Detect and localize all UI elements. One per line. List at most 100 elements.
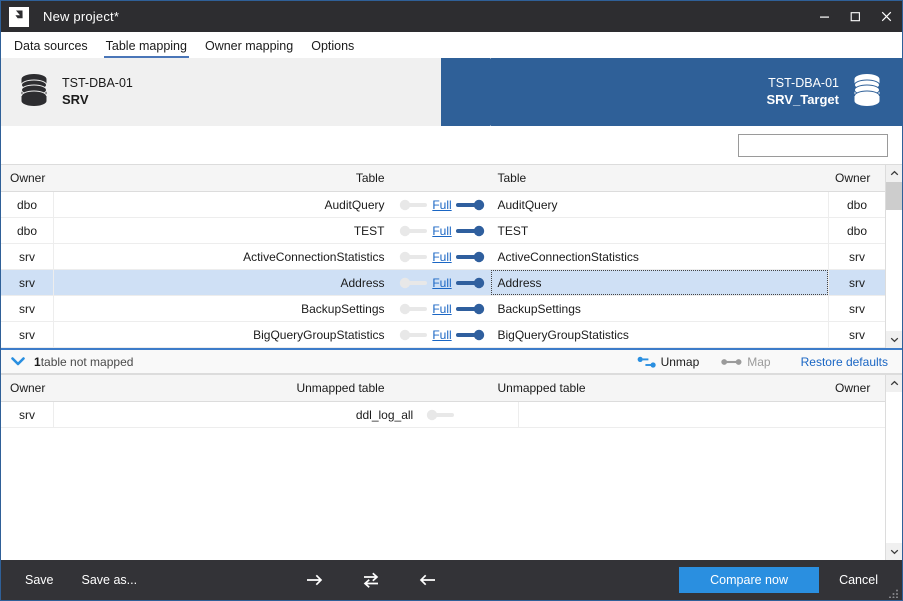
database-icon xyxy=(852,73,882,112)
column-header-owner-right[interactable]: Owner xyxy=(828,375,885,401)
save-button[interactable]: Save xyxy=(11,566,68,594)
resize-grip-icon[interactable] xyxy=(889,587,899,599)
expander-toggle[interactable] xyxy=(11,356,25,367)
unmapped-grid-scrollbar[interactable] xyxy=(885,375,902,560)
window-controls xyxy=(809,1,902,32)
scroll-down-button[interactable] xyxy=(885,331,902,348)
map-left-button[interactable] xyxy=(413,567,441,593)
table-row[interactable]: srv Address Full Address srv xyxy=(1,270,885,296)
cell-owner-left: srv xyxy=(1,296,54,321)
map-button[interactable]: Map xyxy=(721,354,771,369)
cell-table-left[interactable]: TEST xyxy=(54,218,394,243)
cell-mapping[interactable]: Full xyxy=(394,296,491,321)
table-row[interactable]: srv BigQueryGroupStatistics Full BigQueryGr… xyxy=(1,322,885,348)
cell-owner-left: dbo xyxy=(1,218,54,243)
mapping-type-link[interactable]: Full xyxy=(432,328,451,342)
restore-defaults-link[interactable]: Restore defaults xyxy=(801,355,888,369)
tab-data-sources[interactable]: Data sources xyxy=(5,37,97,58)
swap-direction-button[interactable] xyxy=(357,567,385,593)
mapping-type-link[interactable]: Full xyxy=(432,224,451,238)
mapping-type-link[interactable]: Full xyxy=(432,276,451,290)
search-box[interactable] xyxy=(738,133,902,157)
cell-mapping[interactable]: Full xyxy=(394,270,491,295)
chevron-down-icon xyxy=(890,549,898,555)
table-row[interactable]: srv BackupSettings Full BackupSettings srv xyxy=(1,296,885,322)
cell-owner-right: srv xyxy=(828,296,885,321)
cell-table-right[interactable]: AuditQuery xyxy=(491,192,829,217)
scroll-track[interactable] xyxy=(885,182,902,331)
source-connection[interactable]: TST-DBA-01 SRV xyxy=(19,58,133,126)
table-row[interactable]: dbo AuditQuery Full AuditQuery dbo xyxy=(1,192,885,218)
column-header-unmapped-table-left[interactable]: Unmapped table xyxy=(54,375,394,401)
mapped-grid-scrollbar[interactable] xyxy=(885,165,902,348)
cell-mapping[interactable]: Full xyxy=(394,322,491,347)
column-header-owner-left[interactable]: Owner xyxy=(1,165,54,191)
save-as-button[interactable]: Save as... xyxy=(68,566,152,594)
column-header-owner-left[interactable]: Owner xyxy=(1,375,54,401)
cell-table-right[interactable]: TEST xyxy=(491,218,829,243)
unmapped-pin-icon xyxy=(400,251,428,262)
scroll-thumb[interactable] xyxy=(885,182,902,210)
scroll-down-button[interactable] xyxy=(885,543,902,560)
cell-table-left[interactable]: BackupSettings xyxy=(54,296,394,321)
target-database: SRV_Target xyxy=(766,91,840,107)
unmap-button[interactable]: Unmap xyxy=(637,355,699,369)
cell-mapping[interactable]: Full xyxy=(394,244,491,269)
table-row[interactable]: srv ddl_log_all xyxy=(1,402,885,428)
scroll-up-button[interactable] xyxy=(885,375,902,392)
scroll-up-button[interactable] xyxy=(885,165,902,182)
cell-owner-right: dbo xyxy=(828,218,885,243)
tab-label: Data sources xyxy=(14,39,88,53)
cell-table-right[interactable]: BackupSettings xyxy=(491,296,829,321)
column-header-table-left[interactable]: Table xyxy=(54,165,394,191)
mapped-tables-grid: Owner Table Table Owner dbo AuditQuery Ful… xyxy=(1,164,902,348)
tab-options[interactable]: Options xyxy=(302,37,363,58)
cell-table-left[interactable]: ActiveConnectionStatistics xyxy=(54,244,394,269)
cancel-button[interactable]: Cancel xyxy=(825,566,892,594)
column-header-table-right[interactable]: Table xyxy=(491,165,829,191)
maximize-button[interactable] xyxy=(840,1,871,32)
cell-table-right[interactable]: Address xyxy=(490,270,828,295)
minimize-button[interactable] xyxy=(809,1,840,32)
cell-owner-left: srv xyxy=(1,244,54,269)
cell-table-left[interactable]: AuditQuery xyxy=(54,192,394,217)
unmapped-pin-icon xyxy=(400,277,428,288)
mapping-type-link[interactable]: Full xyxy=(432,250,451,264)
target-connection[interactable]: TST-DBA-01 SRV_Target xyxy=(767,58,883,126)
cell-table-right[interactable]: BigQueryGroupStatistics xyxy=(491,322,829,347)
map-right-button[interactable] xyxy=(301,567,329,593)
app-logo-icon xyxy=(9,6,29,27)
unmapped-pin-icon xyxy=(427,409,455,420)
mapping-type-link[interactable]: Full xyxy=(432,198,451,212)
unmapped-pin-icon xyxy=(400,225,428,236)
chevron-down-icon xyxy=(11,357,25,366)
table-row[interactable]: srv ActiveConnectionStatistics Full ActiveC… xyxy=(1,244,885,270)
cell-owner-right: dbo xyxy=(828,192,885,217)
cell-table-right[interactable]: ActiveConnectionStatistics xyxy=(491,244,829,269)
cell-owner-right: srv xyxy=(828,244,885,269)
table-row[interactable]: dbo TEST Full TEST dbo xyxy=(1,218,885,244)
cell-unmapped-table-left[interactable]: ddl_log_all xyxy=(54,402,422,427)
mapping-direction-icon xyxy=(455,199,484,210)
map-label: Map xyxy=(747,354,771,369)
cell-table-left[interactable]: BigQueryGroupStatistics xyxy=(54,322,394,347)
cell-mapping[interactable]: Full xyxy=(394,218,491,243)
compare-now-button[interactable]: Compare now xyxy=(679,567,820,593)
close-button[interactable] xyxy=(871,1,902,32)
cell-unmapped-table-right[interactable] xyxy=(519,402,828,427)
tab-table-mapping[interactable]: Table mapping xyxy=(97,37,196,58)
scroll-track[interactable] xyxy=(885,392,902,543)
cell-mapping[interactable] xyxy=(422,402,520,427)
search-row xyxy=(1,126,902,164)
column-header-unmapped-table-right[interactable]: Unmapped table xyxy=(491,375,829,401)
cell-table-left[interactable]: Address xyxy=(54,270,394,295)
arrow-right-icon xyxy=(307,574,323,586)
tab-label: Owner mapping xyxy=(204,39,294,53)
tab-owner-mapping[interactable]: Owner mapping xyxy=(196,37,302,58)
unmapped-rows-container: srv ddl_log_all xyxy=(1,402,885,428)
cell-mapping[interactable]: Full xyxy=(394,192,491,217)
mapping-type-link[interactable]: Full xyxy=(432,302,451,316)
column-header-owner-right[interactable]: Owner xyxy=(828,165,885,191)
tab-label: Options xyxy=(311,39,355,53)
search-input[interactable] xyxy=(739,135,902,155)
